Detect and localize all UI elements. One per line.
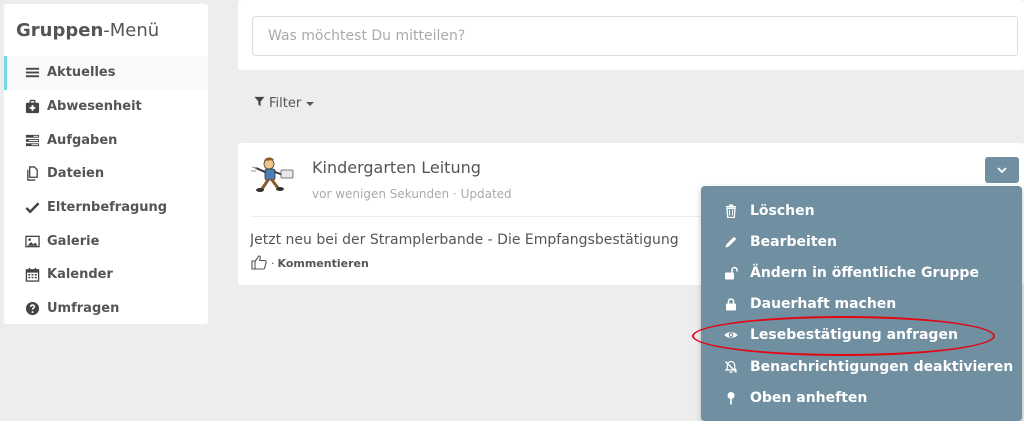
filter-dropdown[interactable]: Filter <box>254 96 315 111</box>
files-icon <box>24 166 40 182</box>
sidebar-title: Gruppen-Menü <box>4 4 208 56</box>
comment-link[interactable]: Kommentieren <box>278 257 369 270</box>
sidebar-item-label: Abwesenheit <box>47 99 142 115</box>
menu-item-edit[interactable]: Bearbeiten <box>701 226 1022 257</box>
lock-icon <box>723 297 739 311</box>
entry-actions: · Kommentieren <box>250 253 369 274</box>
menu-item-label: Lesebestätigung anfragen <box>750 327 958 344</box>
thumbs-up-icon[interactable] <box>250 253 268 274</box>
sidebar-item-galerie[interactable]: Galerie <box>4 224 208 258</box>
bell-slash-icon <box>723 360 739 374</box>
avatar[interactable] <box>248 155 298 195</box>
menu-item-label: Benachrichtigungen deaktivieren <box>750 358 1014 375</box>
post-input[interactable] <box>252 16 1018 56</box>
sidebar-item-label: Dateien <box>47 166 105 182</box>
pin-icon <box>723 391 739 405</box>
actions-separator: · <box>271 257 275 270</box>
menu-item-label: Dauerhaft machen <box>750 296 897 313</box>
entry-content: Jetzt neu bei der Stramplerbande - Die E… <box>250 232 679 248</box>
group-menu-sidebar: Gruppen-Menü Aktuelles Abwesenheit Aufga… <box>4 4 208 324</box>
sidebar-title-bold: Gruppen <box>16 20 104 41</box>
calendar-icon <box>24 267 40 283</box>
caret-down-icon <box>306 101 315 106</box>
sidebar-item-label: Galerie <box>47 233 100 249</box>
menu-item-make-public[interactable]: Ändern in öffentliche Gruppe <box>701 257 1022 288</box>
sidebar-item-aufgaben[interactable]: Aufgaben <box>4 123 208 157</box>
sidebar-item-label: Umfragen <box>47 301 120 317</box>
menu-item-delete[interactable]: Löschen <box>701 195 1022 226</box>
unlock-icon <box>723 266 739 280</box>
tasks-icon <box>24 132 40 148</box>
filter-icon <box>254 96 265 111</box>
list-icon <box>24 65 40 81</box>
sidebar-item-kalender[interactable]: Kalender <box>4 258 208 292</box>
sidebar-item-label: Elternbefragung <box>47 200 168 216</box>
sidebar-item-elternbefragung[interactable]: Elternbefragung <box>4 191 208 225</box>
menu-item-label: Oben anheften <box>750 389 868 406</box>
eye-icon <box>723 328 739 342</box>
menu-item-label: Ändern in öffentliche Gruppe <box>750 264 979 281</box>
medkit-icon <box>24 99 40 115</box>
entry-meta: vor wenigen Sekunden · Updated <box>312 187 512 201</box>
sidebar-item-label: Aufgaben <box>47 132 118 148</box>
pencil-icon <box>723 235 739 249</box>
entry-controls-toggle-button[interactable] <box>985 157 1019 183</box>
sidebar-item-abwesenheit[interactable]: Abwesenheit <box>4 90 208 124</box>
sidebar-title-rest: -Menü <box>103 20 160 41</box>
menu-item-pin-to-top[interactable]: Oben anheften <box>701 382 1022 413</box>
check-icon <box>24 200 40 216</box>
sidebar-item-label: Kalender <box>47 267 113 283</box>
filter-label: Filter <box>269 96 302 111</box>
sidebar-item-dateien[interactable]: Dateien <box>4 157 208 191</box>
sidebar-item-umfragen[interactable]: Umfragen <box>4 292 208 326</box>
question-circle-icon <box>24 301 40 317</box>
trash-icon <box>723 204 739 218</box>
image-icon <box>24 233 40 249</box>
sidebar-item-aktuelles[interactable]: Aktuelles <box>4 56 208 90</box>
chevron-down-icon <box>996 161 1008 180</box>
sidebar-item-label: Aktuelles <box>47 65 116 81</box>
post-composer <box>238 0 1024 70</box>
entry-author[interactable]: Kindergarten Leitung <box>312 158 481 177</box>
menu-item-request-read-receipt[interactable]: Lesebestätigung anfragen <box>701 320 1022 351</box>
entry-controls-menu: Löschen Bearbeiten Ändern in öffentliche… <box>701 186 1022 421</box>
menu-item-label: Löschen <box>750 202 815 219</box>
sidebar-list: Aktuelles Abwesenheit Aufgaben Dateien E… <box>4 56 208 326</box>
menu-item-make-permanent[interactable]: Dauerhaft machen <box>701 289 1022 320</box>
menu-item-label: Bearbeiten <box>750 233 837 250</box>
menu-item-disable-notifications[interactable]: Benachrichtigungen deaktivieren <box>701 351 1022 382</box>
